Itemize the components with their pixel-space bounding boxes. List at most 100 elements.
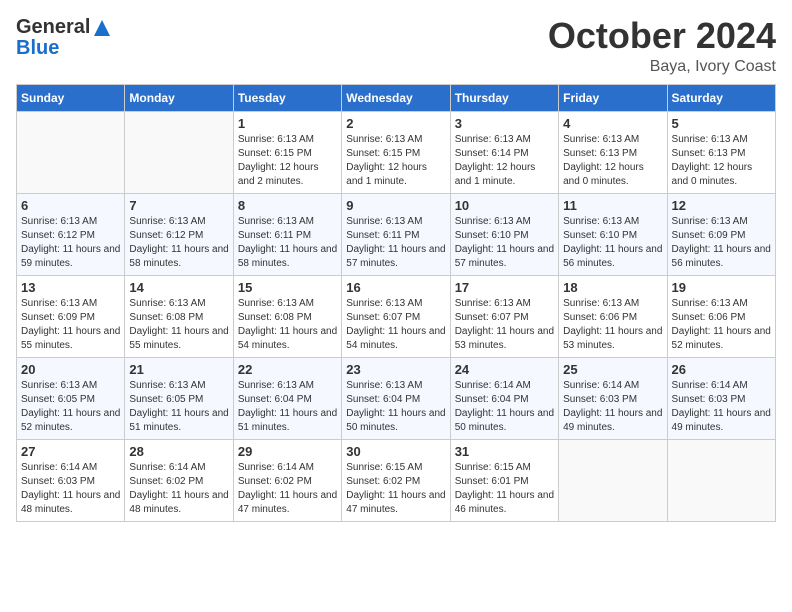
calendar-cell: 13Sunrise: 6:13 AMSunset: 6:09 PMDayligh…: [17, 275, 125, 357]
cell-text: Sunrise: 6:13 AMSunset: 6:05 PMDaylight:…: [21, 379, 120, 435]
calendar-cell: 29Sunrise: 6:14 AMSunset: 6:02 PMDayligh…: [233, 439, 341, 521]
day-number: 20: [21, 362, 120, 377]
calendar-cell: 8 Sunrise: 6:13 AMSunset: 6:11 PMDaylight…: [233, 193, 341, 275]
day-number: 14: [129, 280, 228, 295]
calendar-cell: 3Sunrise: 6:13 AMSunset: 6:14 PMDaylight…: [450, 111, 558, 193]
day-number: 12: [672, 198, 771, 213]
month-title: October 2024: [548, 16, 776, 56]
calendar-cell: [17, 111, 125, 193]
day-number: 9: [346, 198, 445, 213]
weekday-header-monday: Monday: [125, 84, 233, 111]
cell-text: Sunrise: 6:14 AMSunset: 6:04 PMDaylight:…: [455, 379, 554, 435]
cell-text: Sunrise: 6:13 AMSunset: 6:12 PMDaylight:…: [129, 215, 228, 271]
weekday-header-wednesday: Wednesday: [342, 84, 450, 111]
title-area: October 2024 Baya, Ivory Coast: [548, 16, 776, 76]
calendar-cell: [667, 439, 775, 521]
cell-text: Sunrise: 6:13 AMSunset: 6:09 PMDaylight:…: [672, 215, 771, 271]
calendar-cell: 16Sunrise: 6:13 AMSunset: 6:07 PMDayligh…: [342, 275, 450, 357]
cell-text: Sunrise: 6:13 AMSunset: 6:13 PMDaylight:…: [563, 133, 662, 189]
cell-text: Sunrise: 6:13 AMSunset: 6:11 PMDaylight:…: [238, 215, 337, 271]
weekday-header-sunday: Sunday: [17, 84, 125, 111]
calendar-cell: 1 Sunrise: 6:13 AMSunset: 6:15 PMDaylight…: [233, 111, 341, 193]
calendar-cell: 18 Sunrise: 6:13 AMSunset: 6:06 PMDayligh…: [559, 275, 667, 357]
cell-text: Sunrise: 6:13 AMSunset: 6:13 PMDaylight:…: [672, 133, 771, 189]
calendar-cell: 19 Sunrise: 6:13 AMSunset: 6:06 PMDayligh…: [667, 275, 775, 357]
calendar-cell: 27Sunrise: 6:14 AMSunset: 6:03 PMDayligh…: [17, 439, 125, 521]
calendar-cell: 23 Sunrise: 6:13 AMSunset: 6:04 PMDayligh…: [342, 357, 450, 439]
cell-text: Sunrise: 6:13 AMSunset: 6:15 PMDaylight:…: [346, 133, 445, 189]
day-number: 30: [346, 444, 445, 459]
day-number: 28: [129, 444, 228, 459]
cell-text: Sunrise: 6:13 AMSunset: 6:09 PMDaylight:…: [21, 297, 120, 353]
day-number: 15: [238, 280, 337, 295]
calendar-cell: 2 Sunrise: 6:13 AMSunset: 6:15 PMDaylight…: [342, 111, 450, 193]
day-number: 4: [563, 116, 662, 131]
calendar-cell: 15 Sunrise: 6:13 AMSunset: 6:08 PMDayligh…: [233, 275, 341, 357]
cell-text: Sunrise: 6:14 AMSunset: 6:03 PMDaylight:…: [563, 379, 662, 435]
cell-text: Sunrise: 6:13 AMSunset: 6:04 PMDaylight:…: [238, 379, 337, 435]
calendar-cell: 25 Sunrise: 6:14 AMSunset: 6:03 PMDayligh…: [559, 357, 667, 439]
day-number: 27: [21, 444, 120, 459]
day-number: 6: [21, 198, 120, 213]
day-number: 10: [455, 198, 554, 213]
weekday-header-thursday: Thursday: [450, 84, 558, 111]
day-number: 2: [346, 116, 445, 131]
cell-text: Sunrise: 6:13 AMSunset: 6:08 PMDaylight:…: [238, 297, 337, 353]
cell-text: Sunrise: 6:14 AMSunset: 6:03 PMDaylight:…: [672, 379, 771, 435]
logo: General Blue: [16, 16, 114, 60]
day-number: 18: [563, 280, 662, 295]
calendar-cell: 6Sunrise: 6:13 AMSunset: 6:12 PMDaylight…: [17, 193, 125, 275]
logo-icon: [92, 18, 112, 38]
day-number: 23: [346, 362, 445, 377]
day-number: 1: [238, 116, 337, 131]
calendar-cell: 20 Sunrise: 6:13 AMSunset: 6:05 PMDayligh…: [17, 357, 125, 439]
calendar-cell: 9Sunrise: 6:13 AMSunset: 6:11 PMDaylight…: [342, 193, 450, 275]
logo-blue-text: Blue: [16, 37, 59, 60]
calendar-cell: 14Sunrise: 6:13 AMSunset: 6:08 PMDayligh…: [125, 275, 233, 357]
calendar-cell: 4 Sunrise: 6:13 AMSunset: 6:13 PMDaylight…: [559, 111, 667, 193]
weekday-header-saturday: Saturday: [667, 84, 775, 111]
calendar-cell: 22 Sunrise: 6:13 AMSunset: 6:04 PMDayligh…: [233, 357, 341, 439]
cell-text: Sunrise: 6:13 AMSunset: 6:04 PMDaylight:…: [346, 379, 445, 435]
day-number: 11: [563, 198, 662, 213]
day-number: 3: [455, 116, 554, 131]
cell-text: Sunrise: 6:13 AMSunset: 6:06 PMDaylight:…: [672, 297, 771, 353]
day-number: 29: [238, 444, 337, 459]
cell-text: Sunrise: 6:15 AMSunset: 6:02 PMDaylight:…: [346, 461, 445, 517]
calendar-cell: [559, 439, 667, 521]
day-number: 24: [455, 362, 554, 377]
calendar-cell: 17 Sunrise: 6:13 AMSunset: 6:07 PMDayligh…: [450, 275, 558, 357]
day-number: 8: [238, 198, 337, 213]
logo-general-text: General: [16, 16, 90, 39]
weekday-header-tuesday: Tuesday: [233, 84, 341, 111]
calendar-cell: 26 Sunrise: 6:14 AMSunset: 6:03 PMDayligh…: [667, 357, 775, 439]
calendar-cell: [125, 111, 233, 193]
weekday-header-row: SundayMondayTuesdayWednesdayThursdayFrid…: [17, 84, 776, 111]
cell-text: Sunrise: 6:13 AMSunset: 6:15 PMDaylight:…: [238, 133, 337, 189]
day-number: 17: [455, 280, 554, 295]
cell-text: Sunrise: 6:13 AMSunset: 6:07 PMDaylight:…: [455, 297, 554, 353]
day-number: 22: [238, 362, 337, 377]
day-number: 19: [672, 280, 771, 295]
calendar-cell: 5 Sunrise: 6:13 AMSunset: 6:13 PMDaylight…: [667, 111, 775, 193]
day-number: 26: [672, 362, 771, 377]
day-number: 25: [563, 362, 662, 377]
cell-text: Sunrise: 6:13 AMSunset: 6:05 PMDaylight:…: [129, 379, 228, 435]
cell-text: Sunrise: 6:15 AMSunset: 6:01 PMDaylight:…: [455, 461, 554, 517]
day-number: 5: [672, 116, 771, 131]
calendar-cell: 11 Sunrise: 6:13 AMSunset: 6:10 PMDayligh…: [559, 193, 667, 275]
calendar-week-row: 27Sunrise: 6:14 AMSunset: 6:03 PMDayligh…: [17, 439, 776, 521]
calendar-cell: 7 Sunrise: 6:13 AMSunset: 6:12 PMDaylight…: [125, 193, 233, 275]
calendar-cell: 31 Sunrise: 6:15 AMSunset: 6:01 PMDayligh…: [450, 439, 558, 521]
header: General Blue October 2024 Baya, Ivory Co…: [16, 16, 776, 76]
cell-text: Sunrise: 6:14 AMSunset: 6:02 PMDaylight:…: [129, 461, 228, 517]
cell-text: Sunrise: 6:13 AMSunset: 6:06 PMDaylight:…: [563, 297, 662, 353]
cell-text: Sunrise: 6:13 AMSunset: 6:07 PMDaylight:…: [346, 297, 445, 353]
day-number: 7: [129, 198, 228, 213]
calendar-week-row: 1 Sunrise: 6:13 AMSunset: 6:15 PMDaylight…: [17, 111, 776, 193]
cell-text: Sunrise: 6:13 AMSunset: 6:10 PMDaylight:…: [563, 215, 662, 271]
calendar-cell: 30 Sunrise: 6:15 AMSunset: 6:02 PMDayligh…: [342, 439, 450, 521]
calendar-week-row: 13Sunrise: 6:13 AMSunset: 6:09 PMDayligh…: [17, 275, 776, 357]
day-number: 31: [455, 444, 554, 459]
calendar-cell: 28 Sunrise: 6:14 AMSunset: 6:02 PMDayligh…: [125, 439, 233, 521]
